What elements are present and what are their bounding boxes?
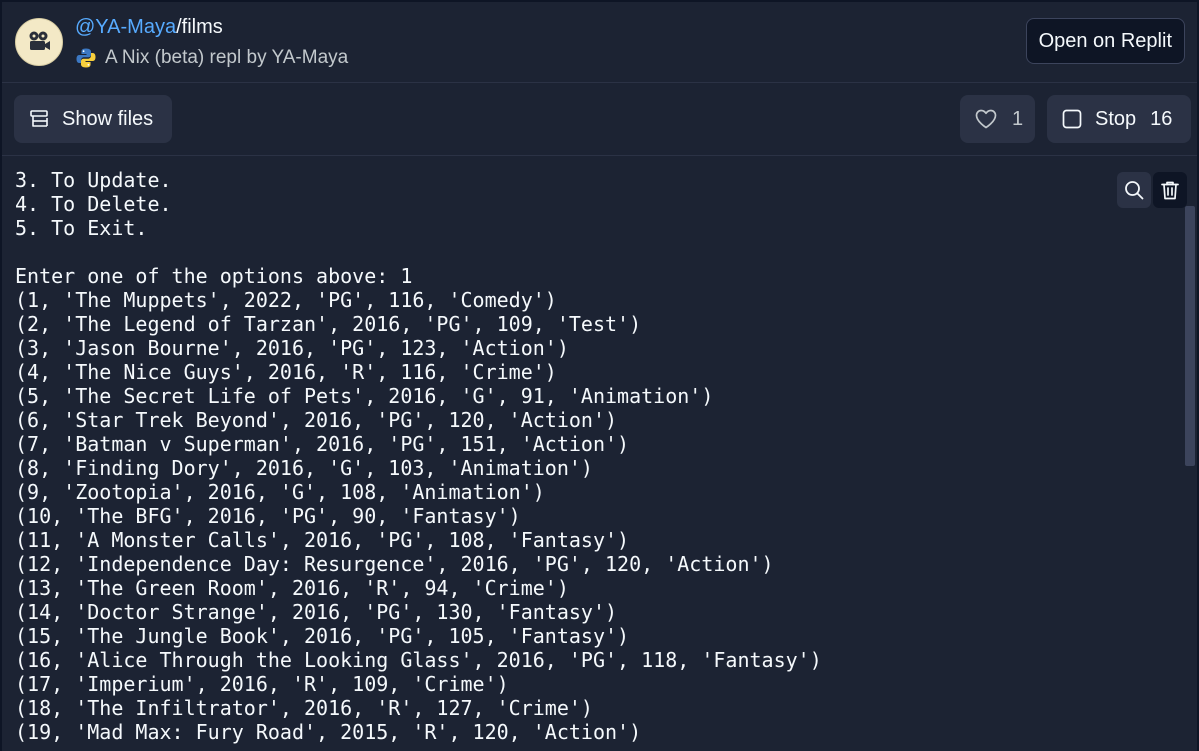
console-tools — [1117, 172, 1187, 208]
console-line: (9, 'Zootopia', 2016, 'G', 108, 'Animati… — [15, 480, 545, 504]
owner-link[interactable]: @YA-Maya — [75, 16, 176, 38]
show-files-label: Show files — [62, 107, 154, 130]
console-line: (15, 'The Jungle Book', 2016, 'PG', 105,… — [15, 624, 630, 648]
stop-label: Stop — [1095, 107, 1137, 130]
console-line: (12, 'Independence Day: Resurgence', 201… — [15, 552, 774, 576]
show-files-button[interactable]: Show files — [14, 95, 172, 143]
console-line: (11, 'A Monster Calls', 2016, 'PG', 108,… — [15, 528, 630, 552]
stop-button[interactable]: Stop 16 — [1047, 95, 1191, 143]
subtitle-text: A Nix (beta) repl by YA-Maya — [105, 47, 349, 68]
console-output[interactable]: 3. To Update. 4. To Delete. 5. To Exit. Ent… — [2, 156, 1197, 751]
console-line: (7, 'Batman v Superman', 2016, 'PG', 151… — [15, 432, 630, 456]
repl-subtitle: A Nix (beta) repl by YA-Maya — [75, 45, 348, 71]
console-line: Enter one of the options above: 1 — [15, 264, 413, 288]
console-line: 5. To Exit. — [15, 216, 148, 240]
console-line: (18, 'The Infiltrator', 2016, 'R', 127, … — [15, 696, 593, 720]
repl-name[interactable]: films — [182, 16, 223, 38]
console-scrollbar[interactable] — [1185, 206, 1195, 466]
console-line: (10, 'The BFG', 2016, 'PG', 90, 'Fantasy… — [15, 504, 521, 528]
avatar[interactable] — [15, 18, 63, 66]
search-icon — [1125, 181, 1144, 200]
stop-square-icon — [1062, 109, 1082, 129]
replit-embed-page: @YA-Maya/films A Nix (beta) repl by YA-M… — [0, 0, 1199, 751]
console-line: (5, 'The Secret Life of Pets', 2016, 'G'… — [15, 384, 714, 408]
console-search-button[interactable] — [1117, 172, 1151, 208]
console-clear-button[interactable] — [1153, 172, 1187, 208]
repl-toolbar: Show files 1 Stop 16 — [2, 83, 1197, 156]
console-line: (14, 'Doctor Strange', 2016, 'PG', 130, … — [15, 600, 618, 624]
console-line: (6, 'Star Trek Beyond', 2016, 'PG', 120,… — [15, 408, 618, 432]
heart-icon — [975, 109, 997, 129]
console-line: (13, 'The Green Room', 2016, 'R', 94, 'C… — [15, 576, 569, 600]
open-on-replit-button[interactable]: Open on Replit — [1025, 18, 1185, 64]
console-line: 3. To Update. — [15, 168, 172, 192]
console-line: (8, 'Finding Dory', 2016, 'G', 103, 'Ani… — [15, 456, 593, 480]
console-line: (1, 'The Muppets', 2022, 'PG', 116, 'Com… — [15, 288, 557, 312]
film-camera-icon — [29, 31, 50, 50]
console-line: (4, 'The Nice Guys', 2016, 'R', 116, 'Cr… — [15, 360, 557, 384]
repl-title: @YA-Maya/films — [75, 14, 223, 40]
file-tree-icon — [30, 110, 48, 127]
console-line: 4. To Delete. — [15, 192, 172, 216]
console-line: (17, 'Imperium', 2016, 'R', 109, 'Crime'… — [15, 672, 509, 696]
like-button[interactable]: 1 — [960, 95, 1035, 143]
console-line: (19, 'Mad Max: Fury Road', 2015, 'R', 12… — [15, 720, 642, 744]
stop-count: 16 — [1150, 107, 1173, 130]
console-line: (2, 'The Legend of Tarzan', 2016, 'PG', … — [15, 312, 642, 336]
console-line: (16, 'Alice Through the Looking Glass', … — [15, 648, 822, 672]
console-text: 3. To Update. 4. To Delete. 5. To Exit. Ent… — [15, 168, 822, 744]
python-icon — [76, 48, 96, 68]
repl-frame: @YA-Maya/films A Nix (beta) repl by YA-M… — [2, 2, 1197, 751]
console-line: (3, 'Jason Bourne', 2016, 'PG', 123, 'Ac… — [15, 336, 569, 360]
like-count: 1 — [1012, 107, 1024, 130]
trash-icon — [1161, 181, 1179, 200]
repl-header: @YA-Maya/films A Nix (beta) repl by YA-M… — [2, 2, 1197, 83]
